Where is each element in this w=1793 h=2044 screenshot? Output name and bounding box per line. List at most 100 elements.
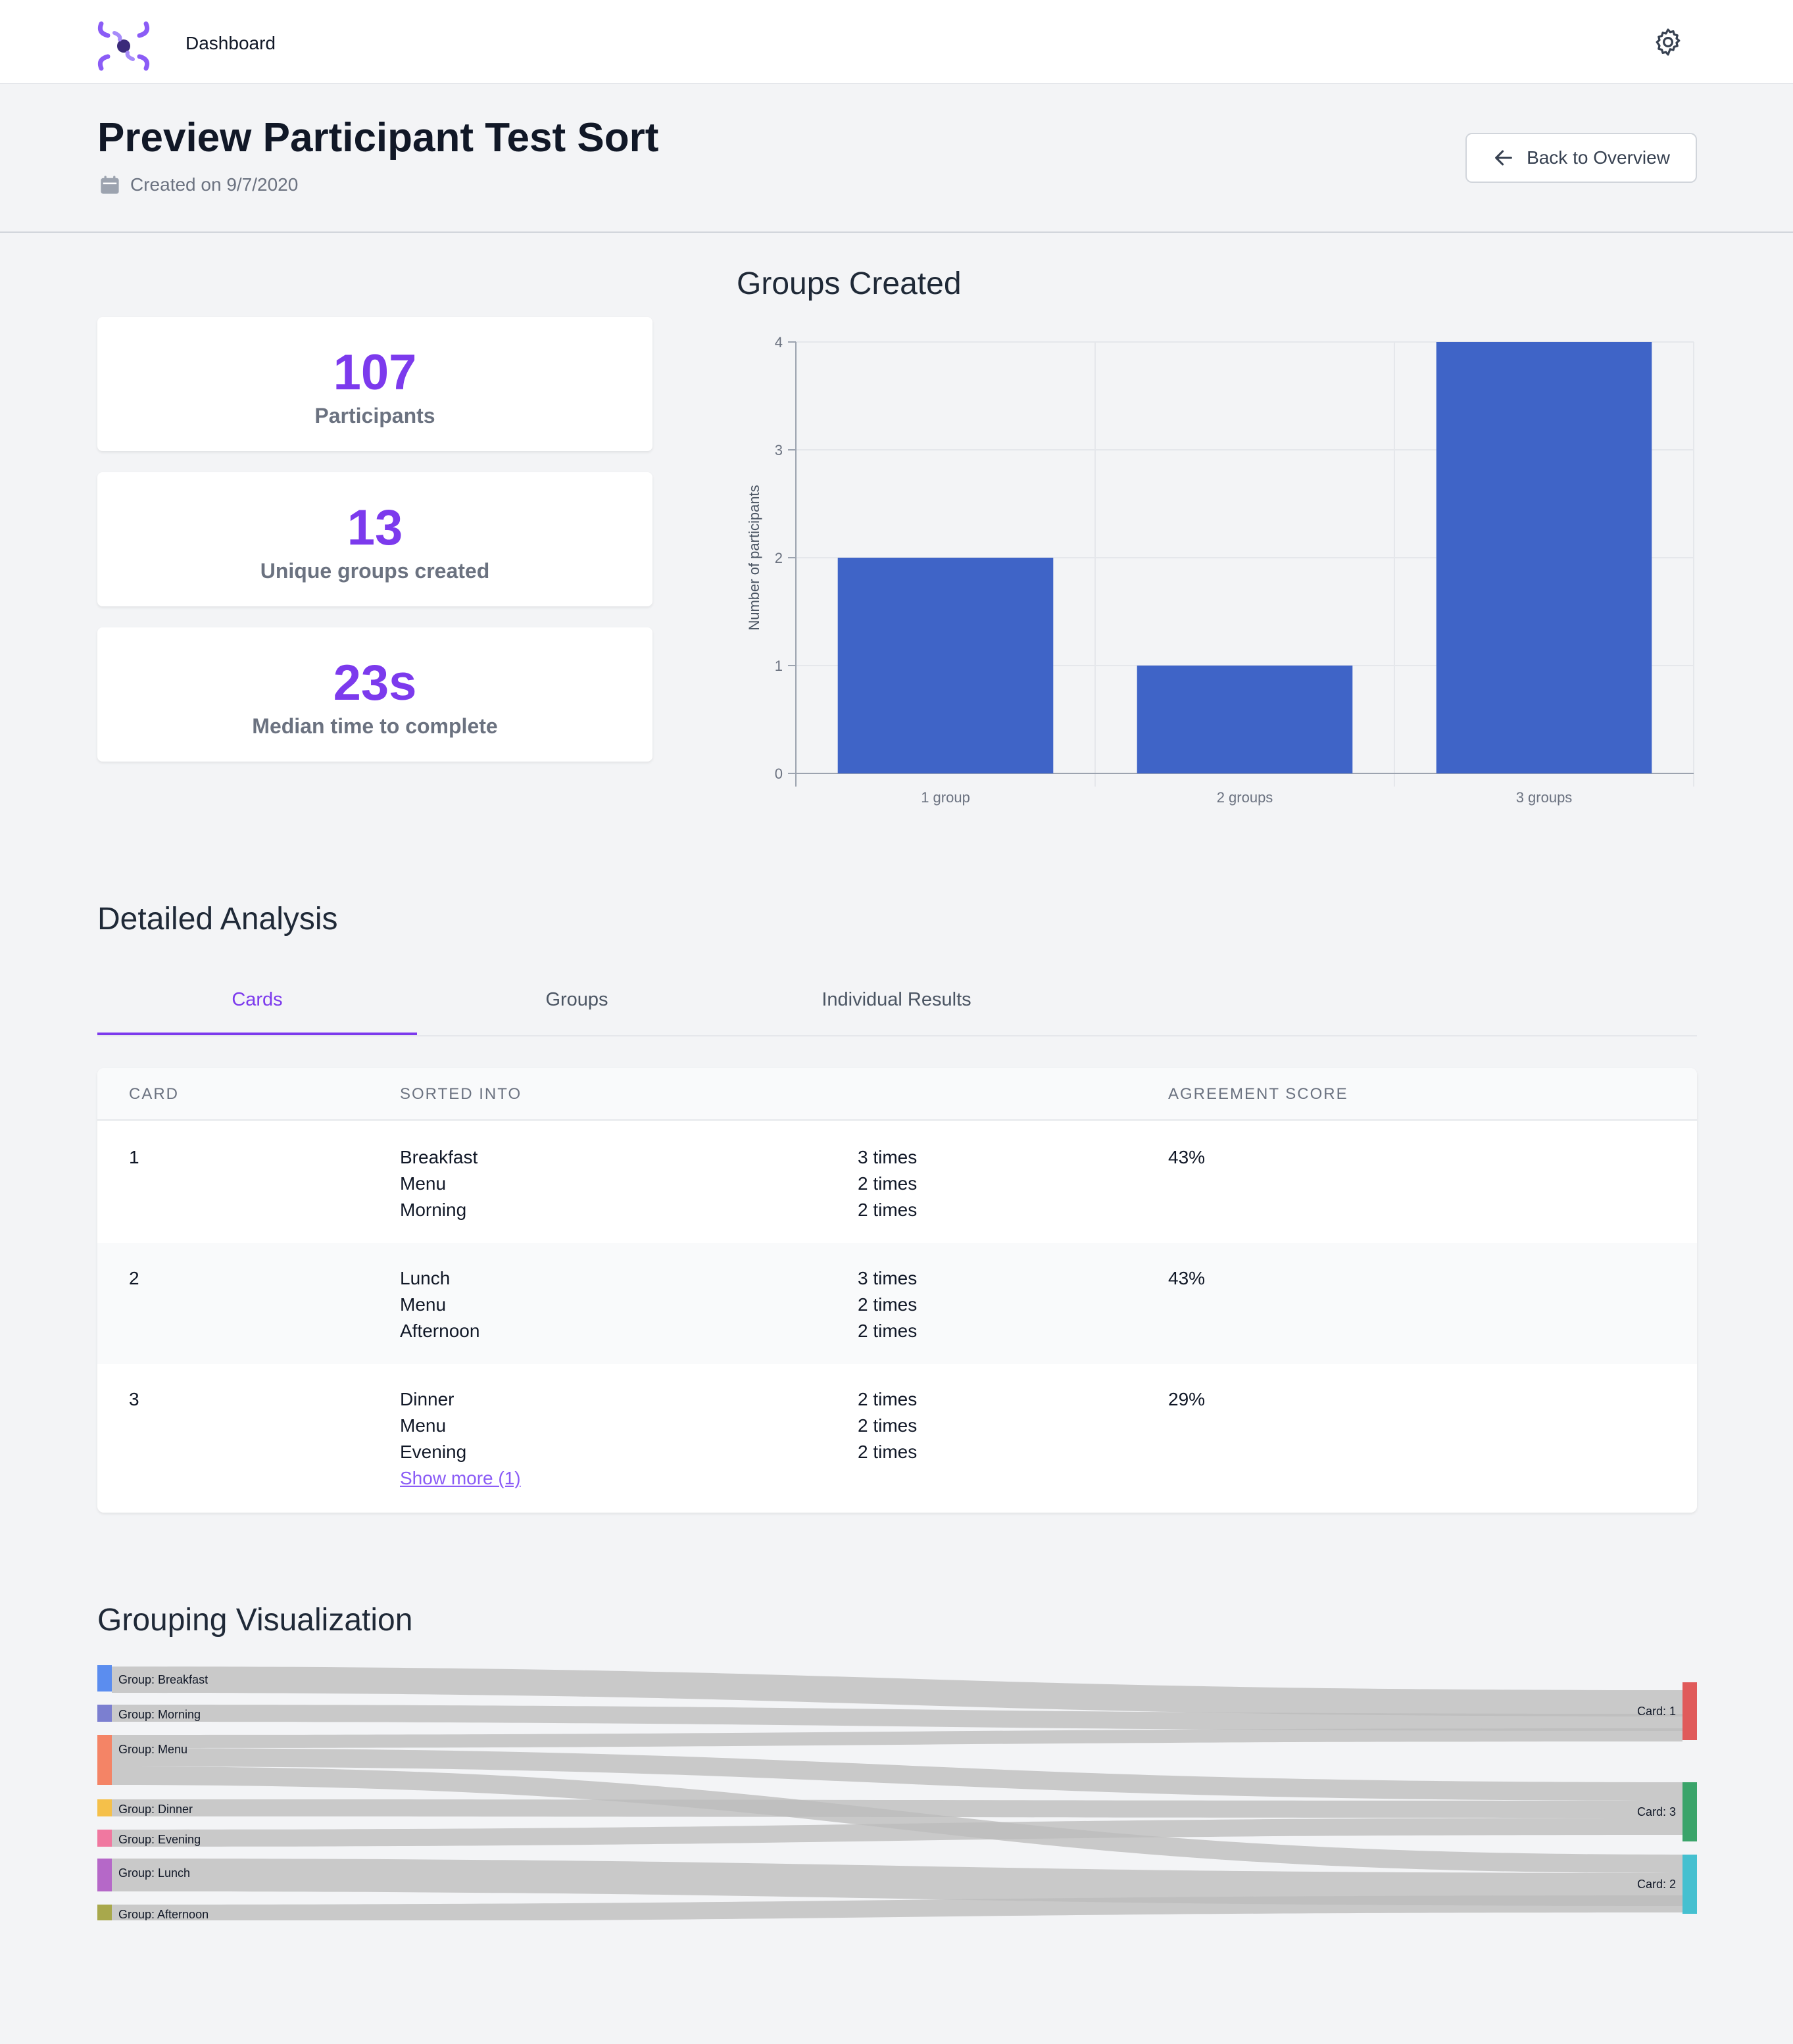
stat-value: 107 xyxy=(333,345,417,401)
flow-link xyxy=(112,1728,1682,1748)
source-node-label: Group: Menu xyxy=(118,1743,187,1756)
bar xyxy=(1137,666,1353,773)
group-name: Breakfast xyxy=(400,1147,478,1167)
stat-card-unique-groups: 13 Unique groups created xyxy=(97,472,652,606)
page-header: Preview Participant Test Sort Created on… xyxy=(0,85,1793,233)
target-node-label: Card: 2 xyxy=(1637,1878,1676,1891)
grouping-visualization-title: Grouping Visualization xyxy=(97,1603,413,1638)
tab-cards[interactable]: Cards xyxy=(97,989,417,1011)
tab-individual-results[interactable]: Individual Results xyxy=(737,989,1056,1011)
card-number: 3 xyxy=(129,1389,139,1409)
y-tick-label: 0 xyxy=(775,766,783,782)
group-count: 2 times xyxy=(858,1294,918,1315)
source-node xyxy=(97,1735,112,1785)
y-tick-label: 4 xyxy=(775,334,783,351)
back-to-overview-label: Back to Overview xyxy=(1527,147,1670,168)
tab-groups[interactable]: Groups xyxy=(417,989,737,1011)
sorted-into-counts: 2 times 2 times 2 times xyxy=(858,1386,917,1465)
group-name: Morning xyxy=(400,1200,467,1220)
sorted-into-groups: Dinner Menu Evening Show more (1) xyxy=(400,1386,521,1492)
column-header-agreement-score: AGREEMENT SCORE xyxy=(1168,1085,1348,1103)
active-tab-indicator xyxy=(97,1033,417,1035)
table-row: 2 Lunch Menu Afternoon 3 times 2 times 2… xyxy=(97,1243,1697,1364)
agreement-score: 29% xyxy=(1168,1389,1206,1409)
flow-link xyxy=(112,1799,1682,1818)
table-row: 1 Breakfast Menu Morning 3 times 2 times… xyxy=(97,1122,1697,1243)
agreement-score: 43% xyxy=(1168,1268,1206,1288)
column-header-sorted-into: SORTED INTO xyxy=(400,1085,522,1103)
cards-table: CARD SORTED INTO AGREEMENT SCORE 1 Break… xyxy=(97,1068,1697,1513)
card-number: 1 xyxy=(129,1147,139,1167)
top-navbar: Dashboard xyxy=(0,0,1793,84)
table-row: 3 Dinner Menu Evening Show more (1) 2 ti… xyxy=(97,1364,1697,1513)
column-header-card: CARD xyxy=(129,1085,180,1103)
back-to-overview-button[interactable]: Back to Overview xyxy=(1465,133,1697,183)
stat-value: 23s xyxy=(333,655,417,711)
group-count: 2 times xyxy=(858,1442,918,1462)
dashboard-link[interactable]: Dashboard xyxy=(185,33,276,54)
x-tick-label: 2 groups xyxy=(1217,789,1273,806)
grouping-sankey-diagram: Group: Breakfast Group: Morning Group: Men… xyxy=(97,1665,1697,1920)
group-name: Lunch xyxy=(400,1268,451,1288)
groups-chart-title: Groups Created xyxy=(737,266,962,301)
target-node xyxy=(1682,1782,1697,1841)
group-name: Menu xyxy=(400,1294,447,1315)
sorted-into-counts: 3 times 2 times 2 times xyxy=(858,1144,917,1223)
y-axis-label: Number of participants xyxy=(746,485,762,630)
group-name: Menu xyxy=(400,1173,447,1194)
gear-icon[interactable] xyxy=(1652,26,1684,58)
y-tick-label: 2 xyxy=(775,550,783,566)
source-node-label: Group: Breakfast xyxy=(118,1673,208,1686)
source-node xyxy=(97,1799,112,1816)
group-count: 2 times xyxy=(858,1200,918,1220)
group-name: Menu xyxy=(400,1415,447,1436)
source-node xyxy=(97,1905,112,1920)
x-tick-label: 1 group xyxy=(921,789,970,806)
logo-icon[interactable] xyxy=(95,18,153,74)
created-date: Created on 9/7/2020 xyxy=(99,174,298,196)
group-count: 2 times xyxy=(858,1173,918,1194)
sorted-into-counts: 3 times 2 times 2 times xyxy=(858,1265,917,1344)
group-count: 2 times xyxy=(858,1389,918,1409)
page-title: Preview Participant Test Sort xyxy=(97,115,659,160)
source-node xyxy=(97,1859,112,1891)
x-tick-label: 3 groups xyxy=(1516,789,1573,806)
calendar-icon xyxy=(101,176,119,194)
target-node xyxy=(1682,1682,1697,1740)
created-date-text: Created on 9/7/2020 xyxy=(130,174,299,195)
sorted-into-groups: Lunch Menu Afternoon xyxy=(400,1265,479,1344)
source-node-label: Group: Dinner xyxy=(118,1803,193,1816)
source-node-label: Group: Afternoon xyxy=(118,1908,209,1920)
group-name: Afternoon xyxy=(400,1321,480,1341)
table-header: CARD SORTED INTO AGREEMENT SCORE xyxy=(97,1068,1697,1121)
group-count: 2 times xyxy=(858,1321,918,1341)
group-name: Dinner xyxy=(400,1389,454,1409)
group-count: 3 times xyxy=(858,1268,918,1288)
arrow-left-icon xyxy=(1495,150,1512,166)
stat-label: Median time to complete xyxy=(252,714,498,738)
show-more-link[interactable]: Show more (1) xyxy=(400,1465,521,1492)
source-node xyxy=(97,1705,112,1722)
target-node-label: Card: 1 xyxy=(1637,1705,1676,1718)
stat-card-median-time: 23s Median time to complete xyxy=(97,627,652,762)
source-node xyxy=(97,1665,112,1691)
sorted-into-groups: Breakfast Menu Morning xyxy=(400,1144,478,1223)
group-name: Evening xyxy=(400,1442,467,1462)
flow-link xyxy=(112,1895,1682,1920)
y-tick-label: 3 xyxy=(775,442,783,458)
card-number: 2 xyxy=(129,1268,139,1288)
groups-created-chart: 0 1 2 3 4 1 group 2 groups 3 groups Number of pa… xyxy=(746,334,1694,806)
stat-label: Unique groups created xyxy=(260,559,490,583)
source-node-label: Group: Lunch xyxy=(118,1866,190,1880)
bar xyxy=(837,558,1054,773)
source-node-label: Group: Morning xyxy=(118,1708,201,1721)
y-tick-label: 1 xyxy=(775,658,783,674)
agreement-score: 43% xyxy=(1168,1147,1206,1167)
source-node xyxy=(97,1830,112,1847)
analysis-tabs: Cards Groups Individual Results xyxy=(97,973,1697,1036)
detailed-analysis-title: Detailed Analysis xyxy=(97,902,338,937)
bar xyxy=(1436,342,1652,773)
source-node-label: Group: Evening xyxy=(118,1833,201,1846)
stat-card-participants: 107 Participants xyxy=(97,317,652,451)
stat-value: 13 xyxy=(347,500,403,556)
